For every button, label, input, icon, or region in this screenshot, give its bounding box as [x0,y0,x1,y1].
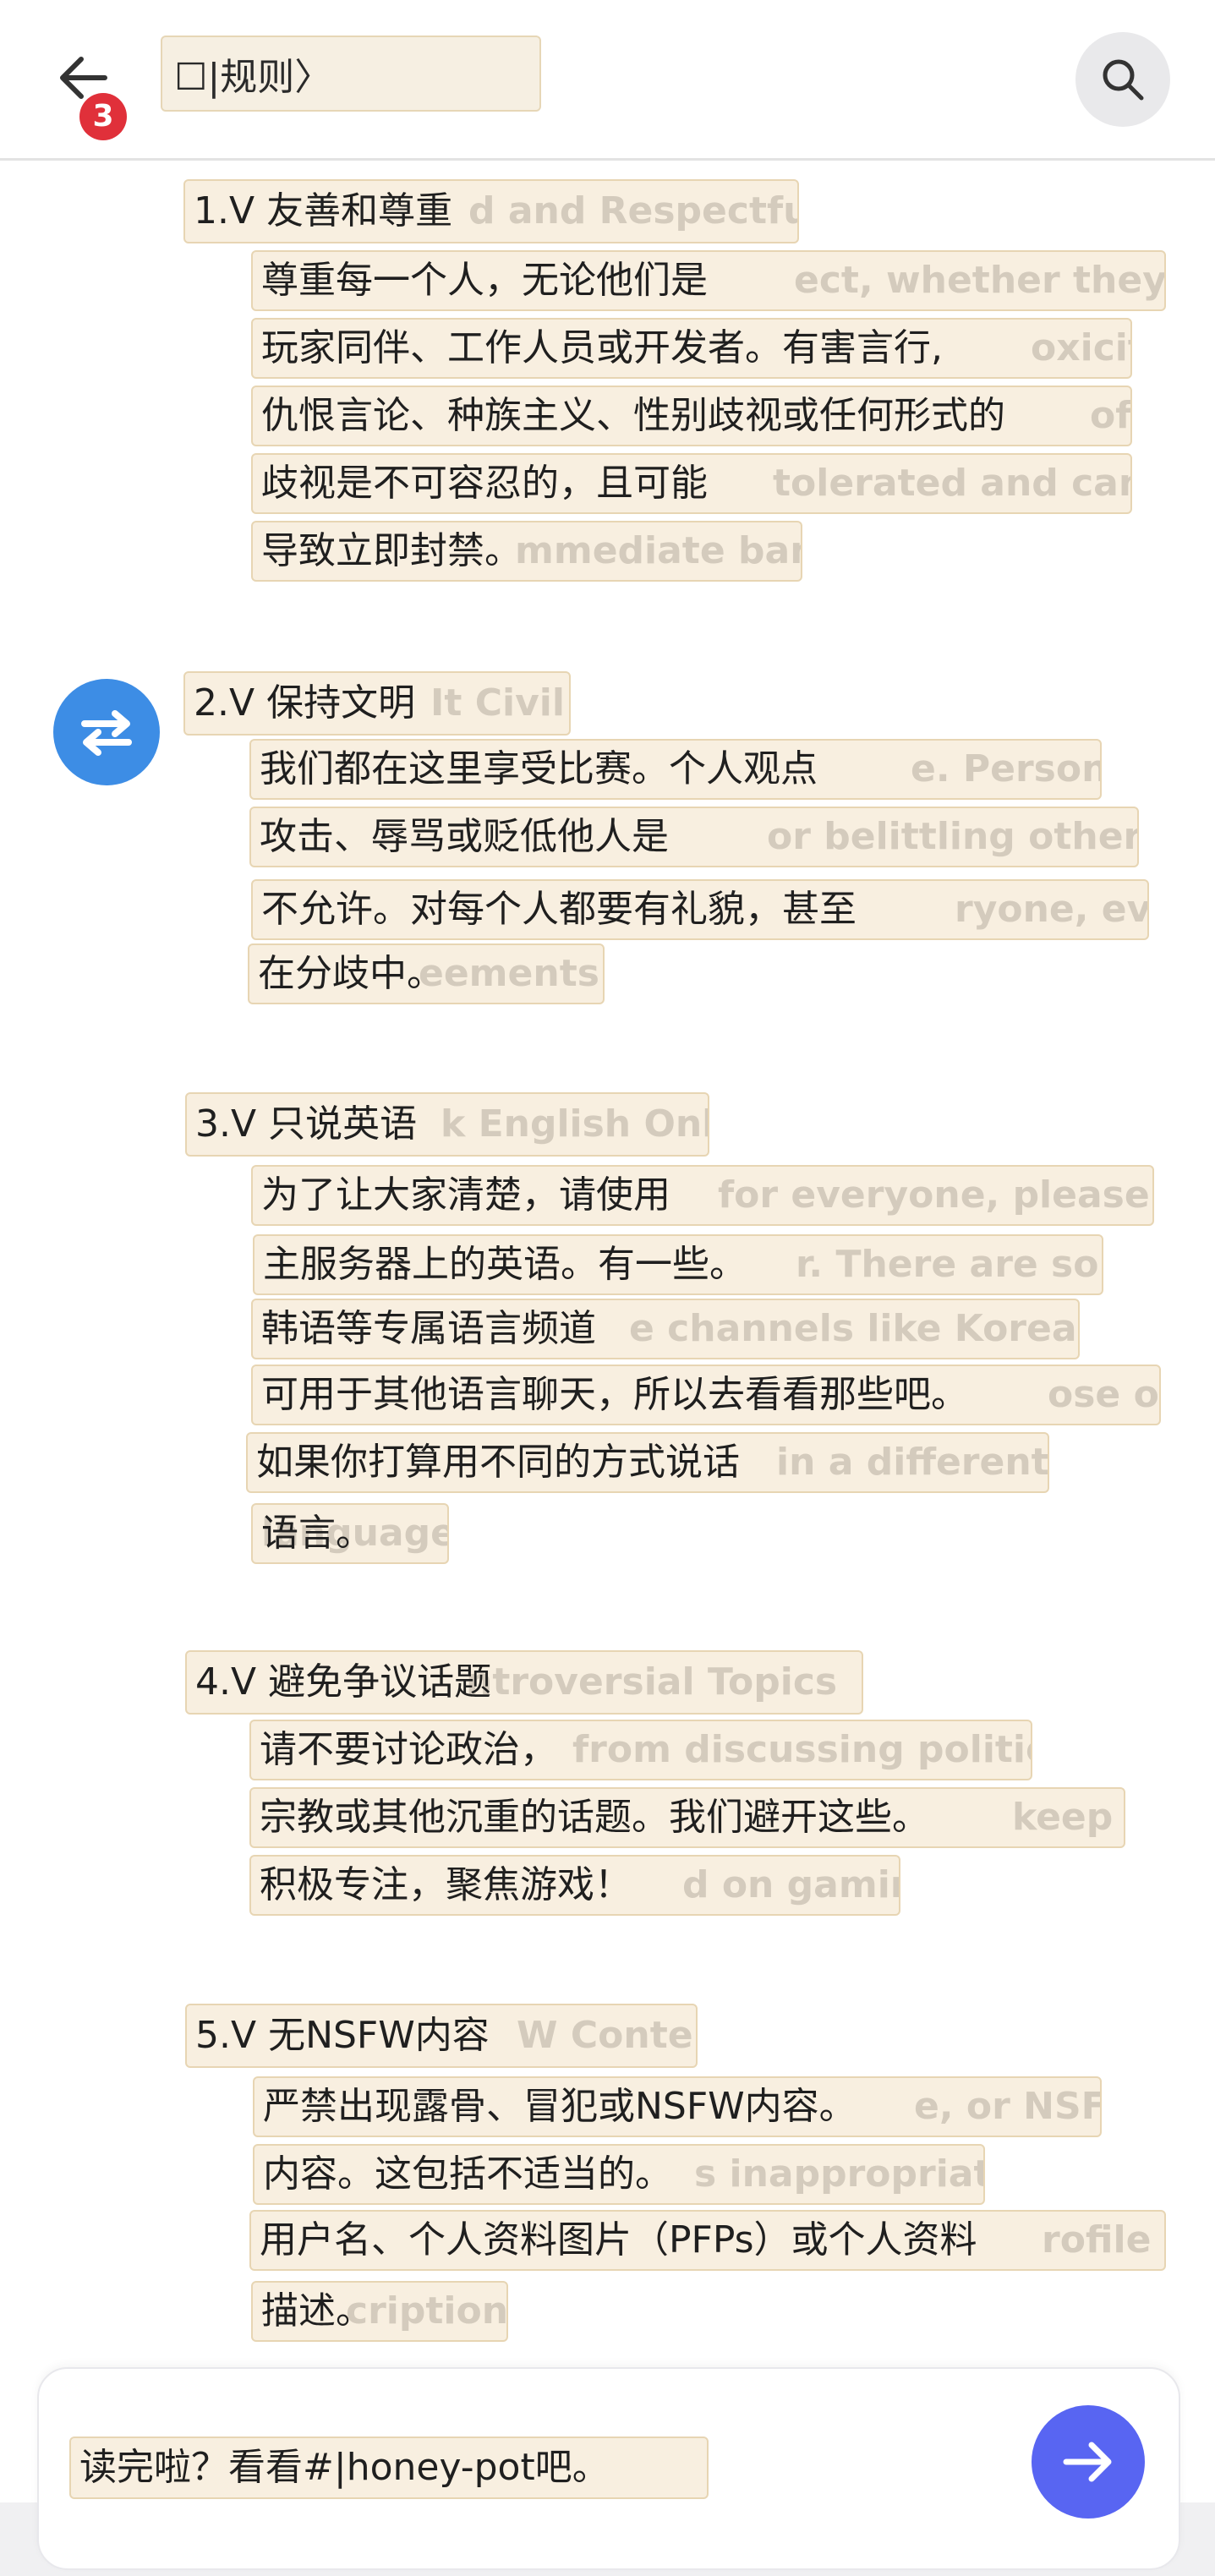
rule-line: e channels like Korean 韩语等专属语言频道 [251,1299,1080,1359]
search-icon [1103,59,1144,101]
rule-line: or belittling others is 攻击、辱骂或贬低他人是 [249,807,1139,867]
translate-swap-icon [81,710,132,756]
rule-line: language. 语言。 [251,1503,449,1564]
rule-line: e. Personal 我们都在这里享受比赛。个人观点 [249,739,1102,800]
send-arrow-icon [1063,2442,1112,2482]
rule-line: oxicity, 玩家同伴、工作人员或开发者。有害言行, [251,318,1132,379]
rule-line: criptions. 描述。 [251,2281,508,2342]
rule-line: tolerated and can 歧视是不可容忍的，且可能 [251,453,1132,514]
rule-line: keep it 宗教或其他沉重的话题。我们避开这些。 [249,1787,1125,1848]
channel-title-button[interactable]: ☐|规则〉 [161,36,541,112]
rule-line: ryone, even 不允许。对每个人都要有礼貌，甚至 [251,879,1149,940]
rule-line: for everyone, please use 为了让大家清楚，请使用 [251,1165,1154,1226]
rule-line: d on gaming! 积极专注，聚焦游戏！ [249,1855,900,1916]
notification-badge: 3 [79,93,127,140]
rule-line: from discussing politics, 请不要讨论政治， [249,1720,1032,1780]
rule-line: ect, whether they’re 尊重每一个人，无论他们是 [251,250,1166,311]
rule-heading: k English Only 3.V 只说英语 [185,1092,709,1157]
rule-line: mmediate ban. 导致立即封禁。 [251,521,802,582]
rule-heading: d and Respectful 1.V 友善和尊重 [183,179,799,243]
send-button[interactable] [1032,2405,1145,2519]
rule-heading: ntroversial Topics 4.V 避免争议话题 [185,1650,863,1715]
rule-heading: It Civil 2.V 保持文明 [183,671,571,736]
rule-line: s inappropriate 内容。这包括不适当的。 [253,2144,985,2205]
rule-line: ose out 可用于其他语言聊天，所以去看看那些吧。 [251,1365,1161,1425]
rule-line: r. There are some 主服务器上的英语。有一些。 [253,1234,1103,1295]
rules-channel-screen: 3 rules › ☐|规则〉 d and Respectful 1.V 友善和… [0,0,1215,2576]
channel-title: ☐|规则〉 [174,56,332,99]
rule-heading: W Content 5.V 无NSFW内容 [185,2004,698,2068]
rule-line: eements. 在分歧中。 [248,943,605,1004]
rule-line: of 仇恨言论、种族主义、性别歧视或任何形式的 [251,386,1132,446]
top-bar: 3 rules › ☐|规则〉 [0,0,1215,161]
rule-line: rofile 用户名、个人资料图片（PFPs）或个人资料 [249,2210,1166,2271]
search-button[interactable] [1075,32,1170,127]
channel-prompt-text[interactable]: 读完啦？看看#|honey-pot吧。 [69,2437,709,2499]
rule-line: in a different 如果你打算用不同的方式说话 [246,1432,1049,1493]
rule-line: e, or NSFW 严禁出现露骨、冒犯或NSFW内容。 [253,2076,1102,2137]
translate-toggle-button[interactable] [53,679,160,785]
